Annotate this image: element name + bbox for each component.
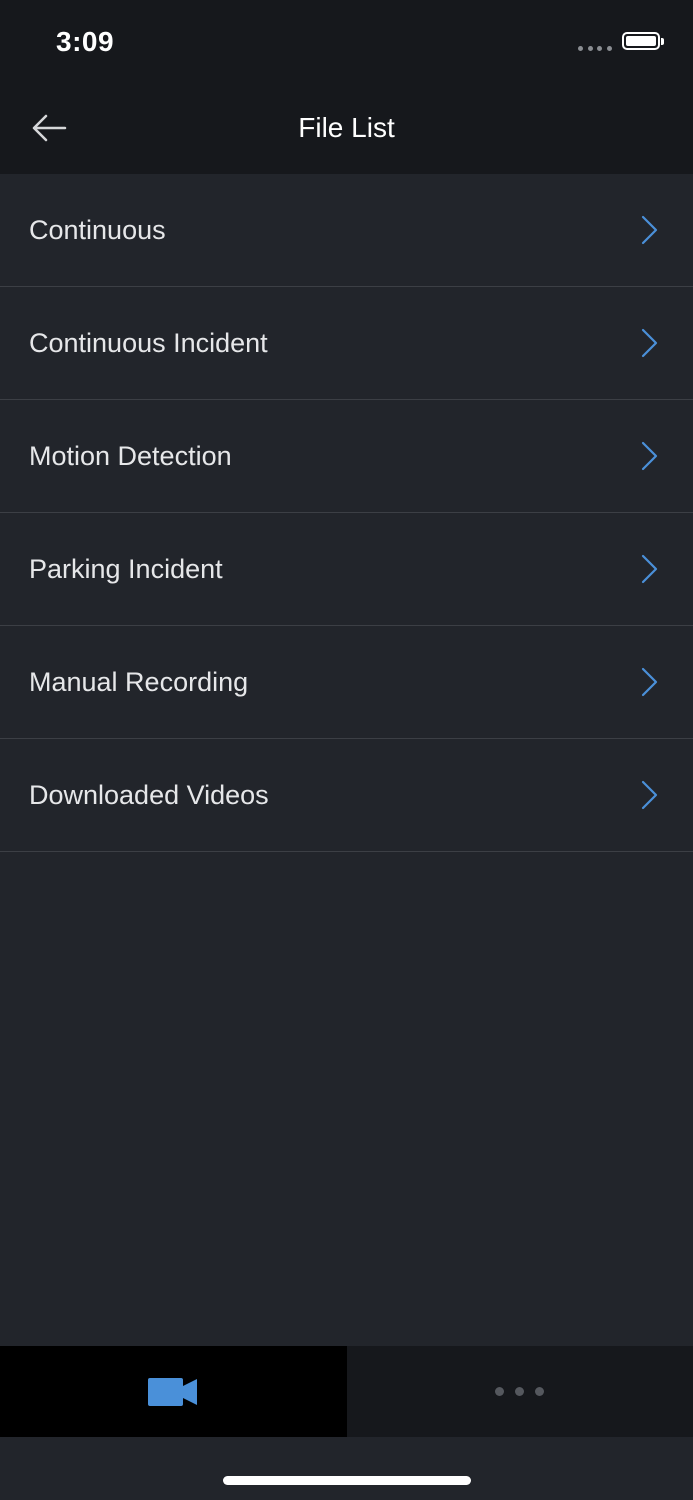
chevron-right-icon (641, 780, 658, 810)
tab-video[interactable] (0, 1346, 347, 1437)
list-item-label: Manual Recording (29, 667, 249, 697)
cellular-signal-icon (578, 46, 612, 52)
chevron-right-icon (641, 554, 658, 584)
navigation-bar: File List (0, 88, 693, 174)
list-item-manual-recording[interactable]: Manual Recording (0, 626, 693, 739)
list-item-label: Motion Detection (29, 441, 232, 471)
home-indicator[interactable] (223, 1476, 471, 1485)
battery-icon (622, 32, 664, 50)
video-camera-icon (148, 1377, 198, 1406)
home-indicator-area (0, 1437, 693, 1500)
chevron-right-icon (641, 215, 658, 245)
list-item-continuous-incident[interactable]: Continuous Incident (0, 287, 693, 400)
page-title: File List (298, 112, 395, 143)
list-item-label: Downloaded Videos (29, 780, 269, 810)
list-item-label: Parking Incident (29, 554, 223, 584)
status-time: 3:09 (56, 26, 115, 57)
list-item-continuous[interactable]: Continuous (0, 174, 693, 287)
file-category-list: Continuous Continuous Incident Motion De… (0, 174, 693, 852)
tab-more[interactable] (346, 1346, 693, 1437)
list-item-downloaded-videos[interactable]: Downloaded Videos (0, 739, 693, 852)
more-dots-icon (495, 1387, 545, 1396)
list-item-label: Continuous (29, 215, 166, 245)
chevron-right-icon (641, 667, 658, 697)
tab-bar (0, 1346, 693, 1437)
status-bar: 3:09 (0, 0, 693, 88)
list-item-motion-detection[interactable]: Motion Detection (0, 400, 693, 513)
list-item-label: Continuous Incident (29, 328, 268, 358)
list-item-parking-incident[interactable]: Parking Incident (0, 513, 693, 626)
chevron-right-icon (641, 328, 658, 358)
chevron-right-icon (641, 441, 658, 471)
